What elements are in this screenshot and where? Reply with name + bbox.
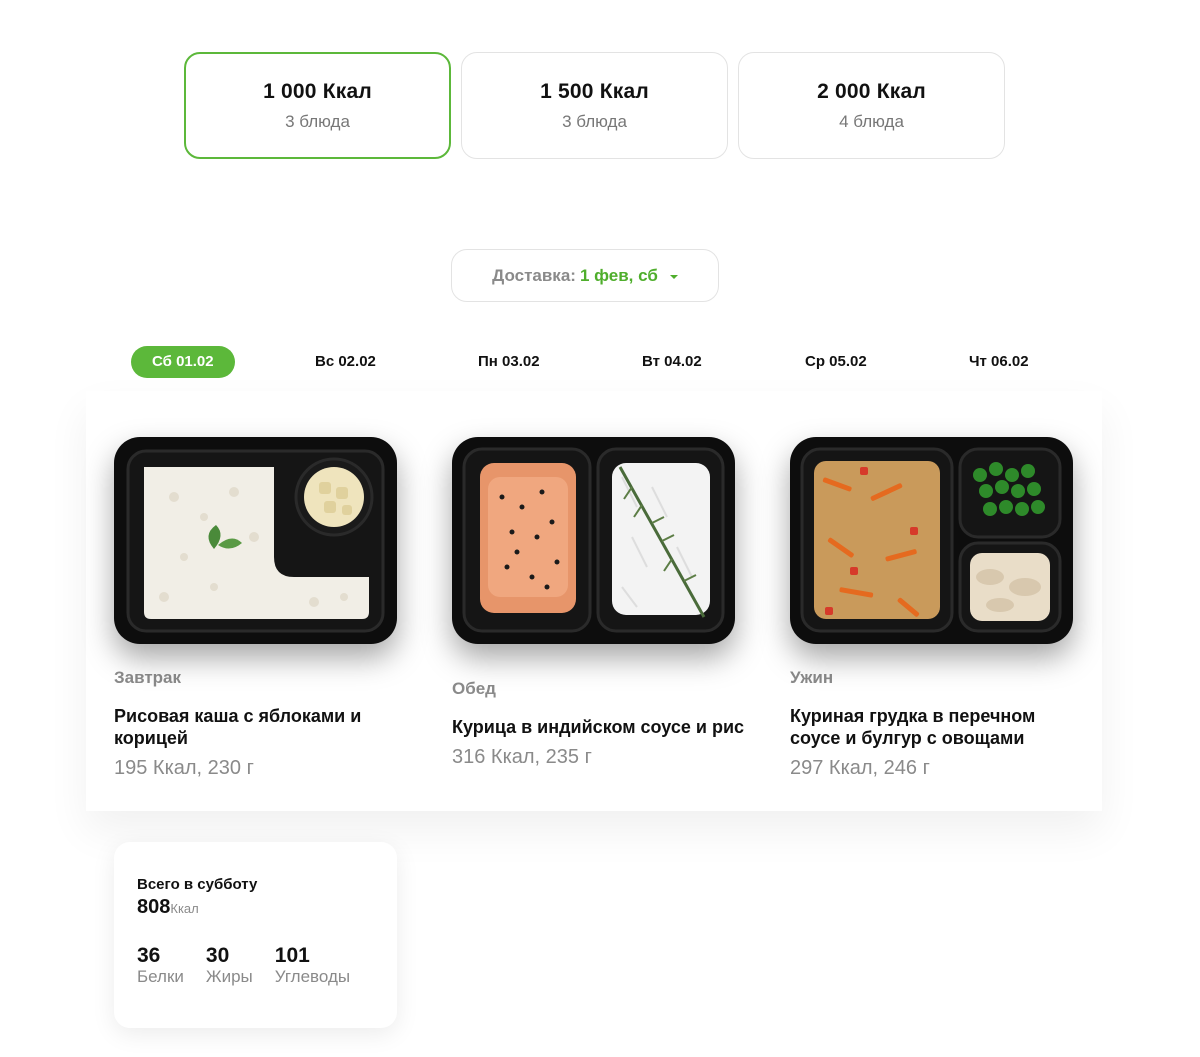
meals-panel: Завтрак Рисовая каша с яблоками и корице… bbox=[86, 391, 1102, 811]
plan-kcal: 1 000 Ккал bbox=[263, 79, 372, 103]
chicken-rice-image bbox=[462, 447, 725, 633]
plan-dishes: 3 блюда bbox=[562, 111, 627, 131]
meal-type: Завтрак bbox=[114, 668, 182, 687]
macro-protein: 36 Белки bbox=[137, 945, 184, 987]
summary-total-value: 808 bbox=[137, 896, 171, 918]
delivery-value: 1 фев, сб bbox=[579, 265, 658, 285]
plan-card-1500[interactable]: 1 500 Ккал 3 блюда bbox=[461, 52, 728, 159]
daily-summary-card: Всего в субботу 808Ккал 36 Белки 30 Жиры… bbox=[114, 842, 397, 1028]
day-tab-sat[interactable]: Сб 01.02 bbox=[131, 346, 235, 378]
plan-selector: 1 000 Ккал 3 блюда 1 500 Ккал 3 блюда 2 … bbox=[184, 52, 1005, 159]
macro-label: Белки bbox=[137, 967, 184, 986]
day-tab-wed[interactable]: Ср 05.02 bbox=[805, 346, 867, 378]
meal-name: Курица в индийском соусе и рис bbox=[452, 717, 745, 737]
macro-label: Жиры bbox=[205, 967, 253, 986]
delivery-date-dropdown[interactable]: Доставка: 1 фев, сб bbox=[451, 249, 719, 302]
meal-card-breakfast[interactable]: Завтрак Рисовая каша с яблоками и корице… bbox=[114, 437, 414, 780]
plan-card-1000[interactable]: 1 000 Ккал 3 блюда bbox=[184, 52, 451, 159]
day-tab-thu[interactable]: Чт 06.02 bbox=[969, 346, 1029, 378]
summary-total: 808Ккал bbox=[137, 896, 375, 919]
macro-value: 30 bbox=[205, 944, 230, 967]
plan-card-2000[interactable]: 2 000 Ккал 4 блюда bbox=[738, 52, 1005, 159]
meal-nutrition: 195 Ккал, 230 г bbox=[114, 757, 254, 779]
day-tab-tue[interactable]: Вт 04.02 bbox=[642, 346, 702, 378]
macro-carbs: 101 Углеводы bbox=[275, 945, 350, 987]
day-tab-sun[interactable]: Вс 02.02 bbox=[315, 346, 376, 378]
meal-name: Куриная грудка в перечном соусе и булгур… bbox=[790, 706, 1036, 748]
day-tab-mon[interactable]: Пн 03.02 bbox=[478, 346, 540, 378]
macro-fat: 30 Жиры bbox=[206, 945, 253, 987]
meal-card-lunch[interactable]: Обед Курица в индийском соусе и рис 316 … bbox=[452, 437, 752, 769]
meal-image-breakfast bbox=[114, 437, 397, 644]
plan-dishes: 4 блюда bbox=[839, 111, 904, 131]
plan-dishes: 3 блюда bbox=[285, 111, 350, 131]
meal-nutrition: 297 Ккал, 246 г bbox=[790, 757, 930, 779]
day-tabs: Сб 01.02 Вс 02.02 Пн 03.02 Вт 04.02 Ср 0… bbox=[130, 346, 1070, 378]
plan-kcal: 1 500 Ккал bbox=[540, 79, 649, 103]
meal-card-dinner[interactable]: Ужин Куриная грудка в перечном соусе и б… bbox=[790, 437, 1090, 780]
summary-title: Всего в субботу bbox=[137, 876, 258, 893]
meal-image-dinner bbox=[790, 437, 1073, 644]
rice-porridge-image bbox=[126, 449, 385, 633]
chevron-down-icon bbox=[669, 274, 678, 279]
macro-value: 101 bbox=[274, 944, 310, 967]
meal-type: Ужин bbox=[790, 668, 834, 687]
macro-value: 36 bbox=[137, 944, 161, 967]
delivery-label: Доставка: bbox=[492, 265, 576, 285]
meal-nutrition: 316 Ккал, 235 г bbox=[452, 746, 592, 768]
meal-image-lunch bbox=[452, 437, 735, 644]
macro-label: Углеводы bbox=[274, 967, 351, 986]
macros-list: 36 Белки 30 Жиры 101 Углеводы bbox=[137, 945, 375, 987]
chicken-bulgur-image bbox=[800, 447, 1062, 633]
meal-name: Рисовая каша с яблоками и корицей bbox=[114, 706, 362, 748]
meal-type: Обед bbox=[452, 679, 496, 698]
plan-kcal: 2 000 Ккал bbox=[817, 79, 926, 103]
summary-total-unit: Ккал bbox=[170, 901, 199, 916]
